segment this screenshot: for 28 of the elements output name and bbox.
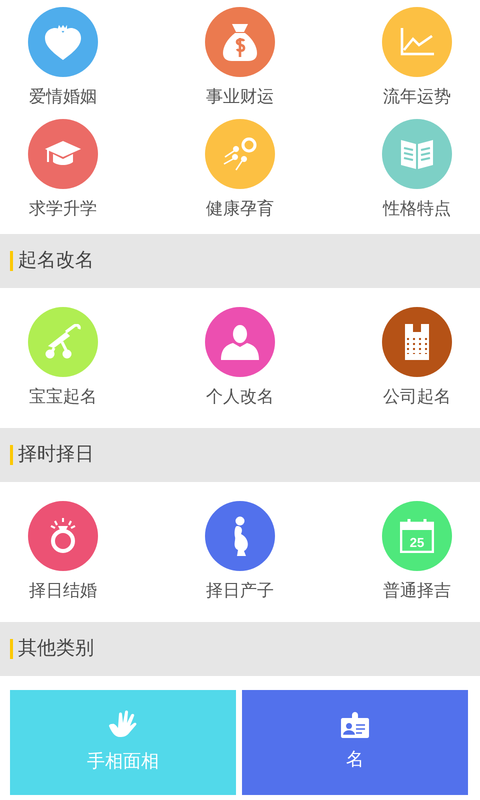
building-icon [405, 324, 429, 360]
category-label[interactable]: 宝宝起名 [29, 387, 97, 407]
category-label[interactable]: 个人改名 [206, 387, 274, 407]
sperm-egg-icon [222, 136, 258, 172]
hand-icon [108, 710, 138, 740]
category-label[interactable]: 性格特点 [383, 199, 451, 219]
open-book-icon [399, 138, 435, 170]
category-label[interactable]: 择日产子 [206, 581, 274, 601]
id-card-icon [341, 712, 369, 738]
stroller-icon [44, 324, 82, 360]
category-label[interactable]: 爱情婚姻 [29, 87, 97, 107]
category-label[interactable]: 普通择吉 [383, 581, 451, 601]
category-label[interactable]: 事业财运 [206, 87, 274, 107]
section-title: 起名改名 [18, 248, 94, 273]
section-title: 其他类别 [18, 636, 94, 661]
calendar-day: 25 [410, 535, 424, 550]
person-icon [221, 324, 259, 360]
category-label[interactable]: 健康孕育 [206, 199, 274, 219]
card-label[interactable]: 名 [346, 746, 364, 773]
section-title: 择时择日 [18, 442, 94, 467]
category-card[interactable]: 名 [242, 690, 468, 795]
category-label[interactable]: 流年运势 [383, 87, 451, 107]
line-chart-icon [400, 28, 434, 56]
ring-icon [49, 518, 77, 554]
money-bag-icon [223, 22, 257, 62]
category-label[interactable]: 择日结婚 [29, 581, 97, 601]
category-label[interactable]: 求学升学 [29, 199, 97, 219]
category-label[interactable]: 公司起名 [383, 387, 451, 407]
